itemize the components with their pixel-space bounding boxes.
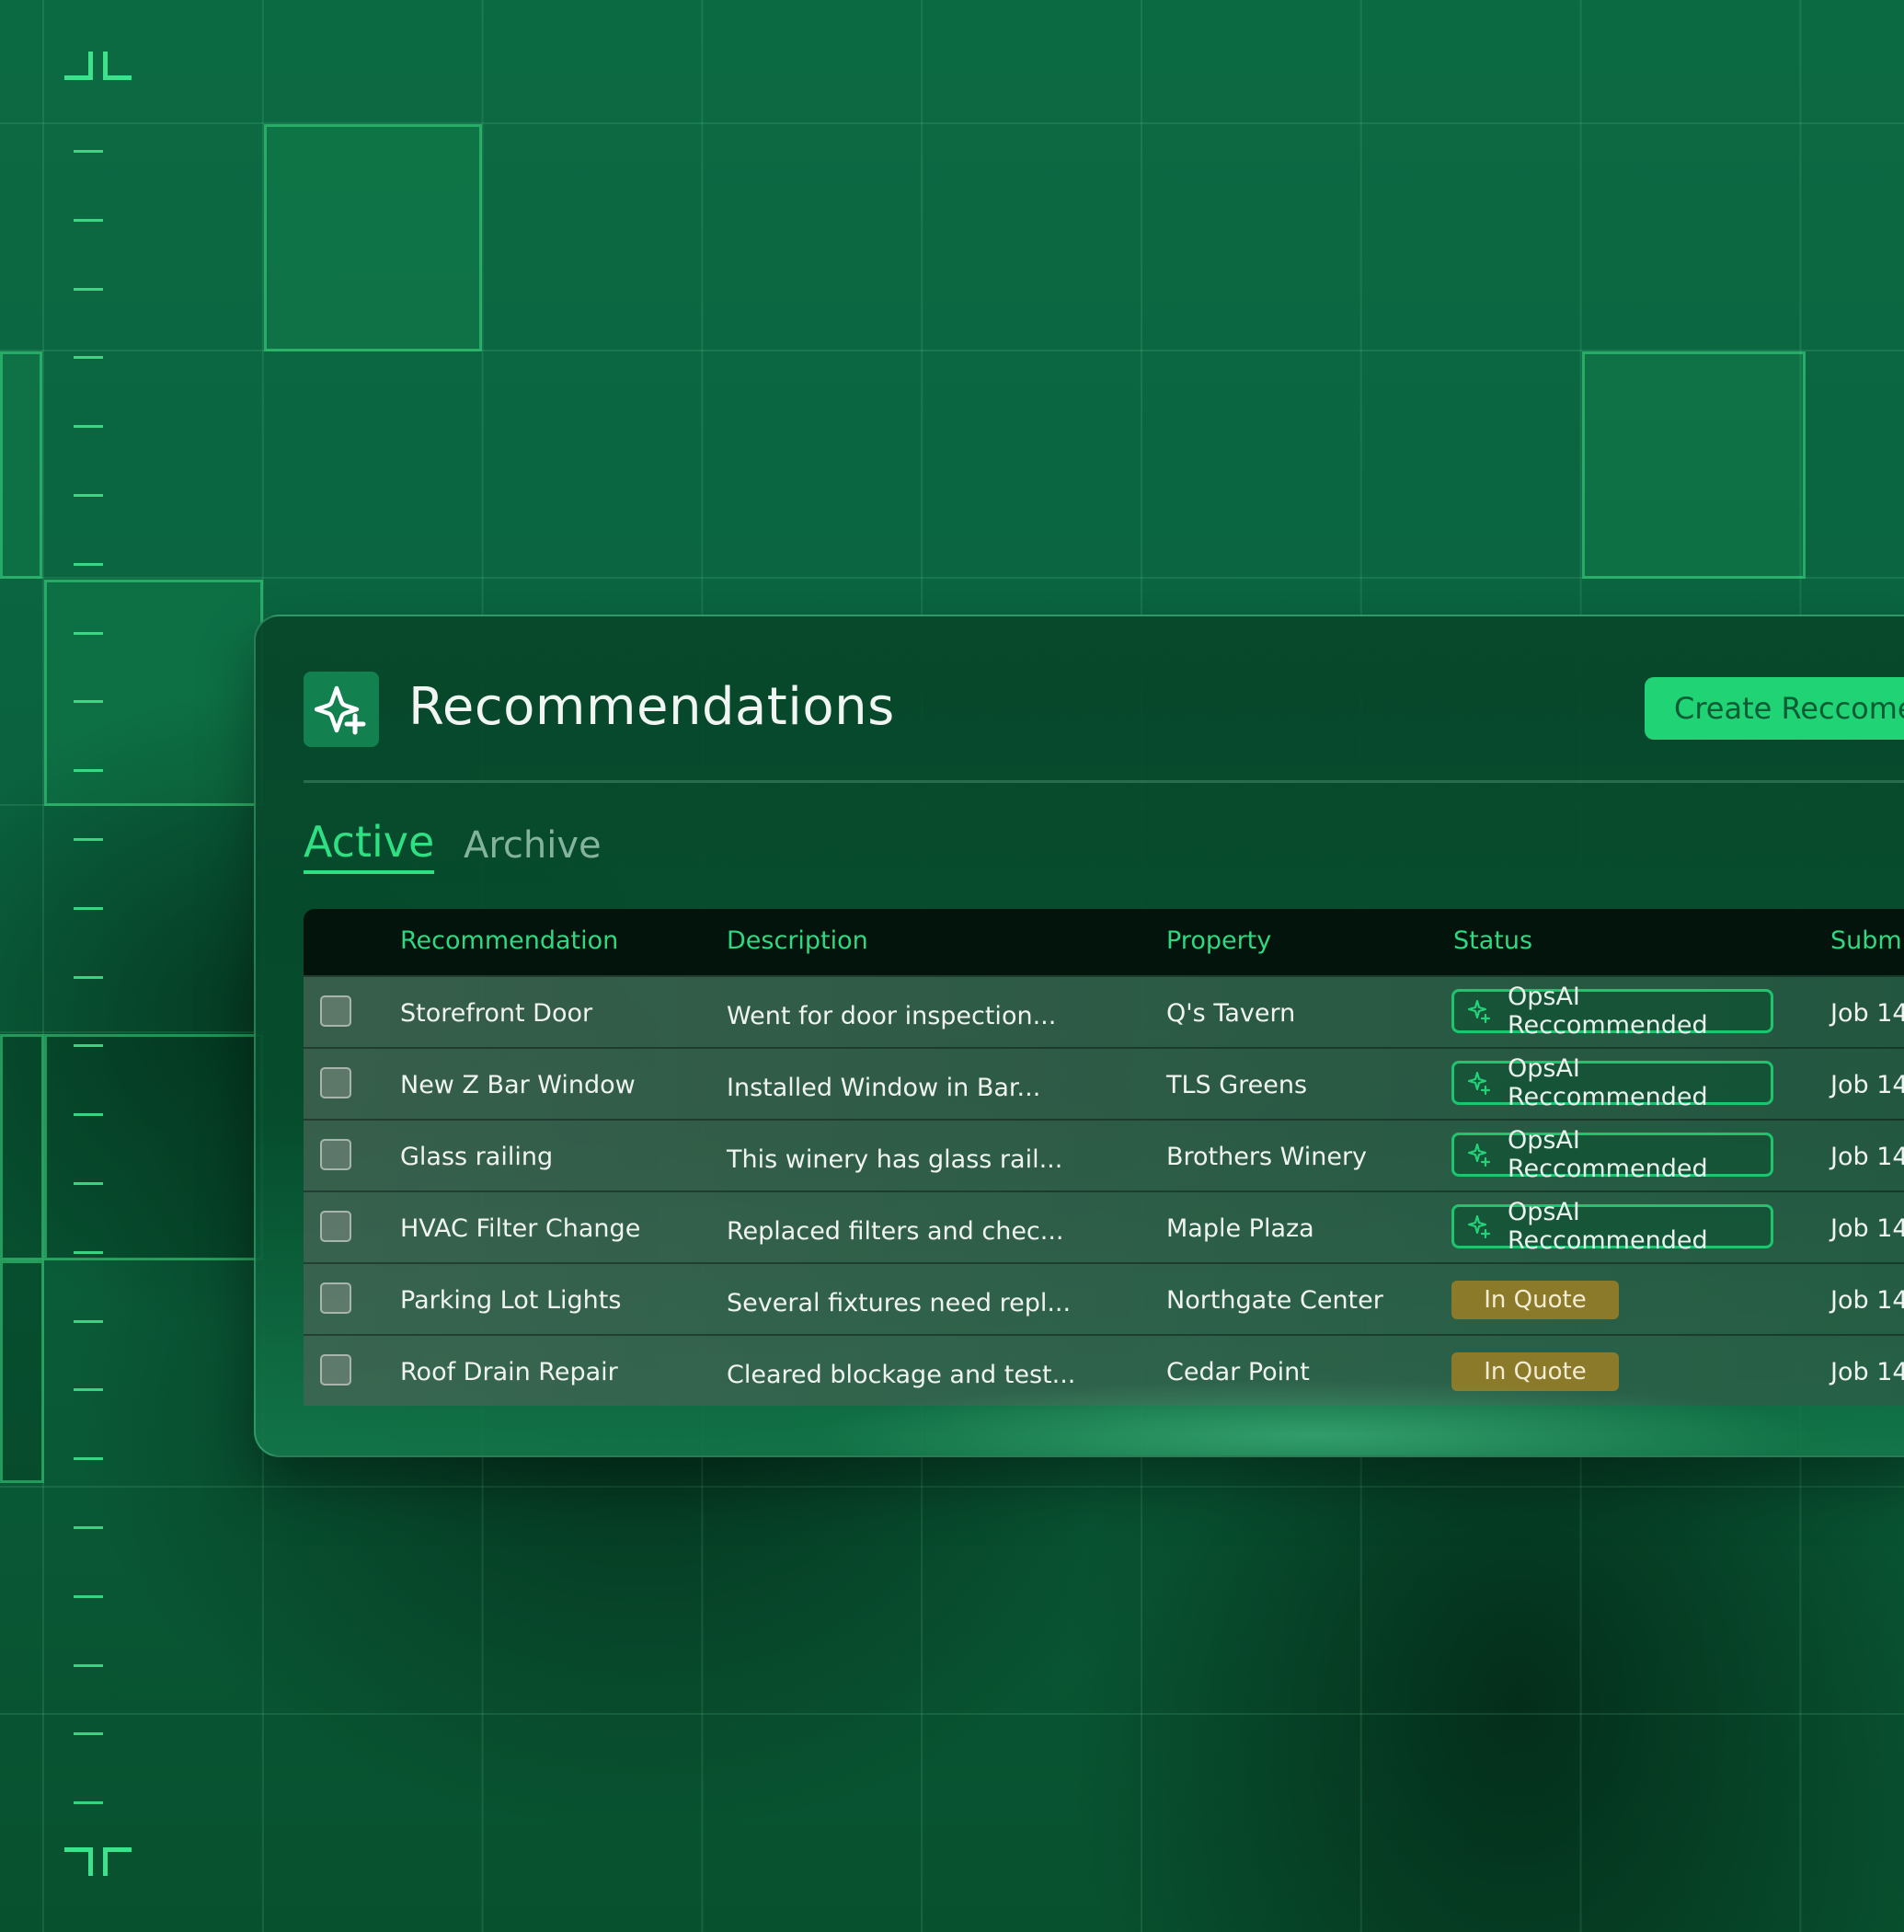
row-checkbox[interactable] (320, 1354, 351, 1386)
status-badge: OpsAI Reccommended (1451, 1054, 1773, 1111)
cell-recommendation: New Z Bar Window (400, 1071, 636, 1099)
grid-highlight (0, 1034, 44, 1260)
cell-property: Maple Plaza (1166, 1214, 1314, 1243)
cell-recommendation: Parking Lot Lights (400, 1286, 622, 1315)
tab-archive[interactable]: Archive (464, 824, 602, 867)
cell-recommendation: HVAC Filter Change (400, 1214, 641, 1243)
ruler-tick (74, 425, 103, 429)
column-header-description[interactable]: Description (727, 926, 868, 955)
cell-property: Brothers Winery (1166, 1143, 1368, 1171)
cell-submission: Job 14 (1830, 1071, 1904, 1099)
sparkle-plus-icon (304, 672, 379, 747)
ruler-tick (74, 218, 103, 222)
status-badge-label: OpsAI Reccommended (1508, 1198, 1708, 1255)
cell-submission: Job 14 (1830, 999, 1904, 1028)
row-checkbox[interactable] (320, 995, 351, 1027)
row-checkbox[interactable] (320, 1211, 351, 1242)
column-header-property[interactable]: Property (1166, 926, 1271, 955)
cell-property: Q's Tavern (1166, 999, 1296, 1028)
corner-bracket (103, 52, 132, 80)
tab-active[interactable]: Active (304, 817, 435, 874)
panel-glow (808, 1380, 1819, 1455)
panel-header: Recommendations Create Reccomendation (304, 672, 1904, 747)
cell-description: Went for door inspection... (727, 1002, 1057, 1030)
ruler-tick (74, 975, 103, 979)
ruler-tick (74, 1044, 103, 1048)
status-badge: In Quote (1451, 1281, 1619, 1319)
cell-property: Northgate Center (1166, 1286, 1383, 1315)
grid-highlight (1582, 351, 1806, 579)
cell-property: TLS Greens (1166, 1071, 1308, 1099)
ruler-tick (74, 700, 103, 704)
sparkle-icon (1467, 1143, 1491, 1167)
recommendations-table: Recommendation Description Property Stat… (304, 909, 1904, 1406)
ruler-tick (74, 769, 103, 773)
cell-recommendation: Glass railing (400, 1143, 554, 1171)
table-row[interactable]: HVAC Filter Change Replaced filters and c… (304, 1190, 1904, 1262)
cell-description: Several fixtures need repl... (727, 1289, 1072, 1317)
table-header: Recommendation Description Property Stat… (304, 909, 1904, 975)
table-row[interactable]: Storefront Door Went for door inspection.… (304, 975, 1904, 1047)
create-recommendation-button[interactable]: Create Reccomendation (1645, 677, 1904, 740)
row-checkbox[interactable] (320, 1139, 351, 1170)
row-checkbox[interactable] (320, 1067, 351, 1098)
table-body: Storefront Door Went for door inspection.… (304, 975, 1904, 1406)
cell-submission: Job 14 (1830, 1358, 1904, 1386)
ruler-tick (74, 1663, 103, 1667)
cell-recommendation: Roof Drain Repair (400, 1358, 618, 1386)
cell-description: Installed Window in Bar... (727, 1074, 1041, 1102)
column-header-status[interactable]: Status (1453, 926, 1532, 955)
ruler-tick (74, 1182, 103, 1185)
table-row[interactable]: Parking Lot Lights Several fixtures need … (304, 1262, 1904, 1334)
grid-highlight (0, 1260, 44, 1483)
ruler-tick (74, 838, 103, 841)
ruler-tick (74, 1319, 103, 1323)
page-title: Recommendations (408, 677, 895, 737)
status-badge: OpsAI Reccommended (1451, 1198, 1773, 1255)
ruler-tick (74, 356, 103, 360)
cell-submission: Job 14 (1830, 1286, 1904, 1315)
ruler-tick (74, 1801, 103, 1805)
status-badge-label: OpsAI Reccommended (1508, 1054, 1708, 1111)
status-badge: OpsAI Reccommended (1451, 983, 1773, 1040)
ruler-tick (74, 150, 103, 153)
recommendations-panel: Recommendations Create Reccomendation Ac… (254, 615, 1904, 1457)
status-badge-label: OpsAI Reccommended (1508, 983, 1708, 1040)
grid-highlight (264, 124, 482, 351)
corner-bracket (64, 52, 93, 80)
row-checkbox[interactable] (320, 1282, 351, 1314)
corner-bracket (103, 1847, 132, 1876)
ruler-tick (74, 1526, 103, 1529)
ruler-tick (74, 494, 103, 497)
status-badge: OpsAI Reccommended (1451, 1126, 1773, 1183)
ruler-tick (74, 906, 103, 910)
sparkle-icon (1467, 1214, 1491, 1238)
ruler-tick (74, 287, 103, 291)
sparkle-icon (1467, 999, 1491, 1023)
column-header-submission[interactable]: Submi (1830, 926, 1904, 955)
ruler-tick (74, 1594, 103, 1598)
status-badge-label: OpsAI Reccommended (1508, 1126, 1708, 1183)
cell-recommendation: Storefront Door (400, 999, 593, 1028)
cell-submission: Job 14 (1830, 1143, 1904, 1171)
column-header-recommendation[interactable]: Recommendation (400, 926, 618, 955)
ruler-tick (74, 1250, 103, 1254)
corner-bracket (64, 1847, 93, 1876)
ruler-tick (74, 1457, 103, 1461)
table-row[interactable]: Glass railing This winery has glass rail.… (304, 1119, 1904, 1190)
ruler-tick (74, 1388, 103, 1392)
grid-highlight (0, 351, 42, 579)
cell-submission: Job 14 (1830, 1214, 1904, 1243)
ruler-tick (74, 562, 103, 566)
table-row[interactable]: New Z Bar Window Installed Window in Bar.… (304, 1047, 1904, 1119)
ruler-tick (74, 1113, 103, 1117)
cell-description: This winery has glass rail... (727, 1145, 1063, 1174)
header-divider (304, 780, 1904, 783)
sparkle-icon (1467, 1071, 1491, 1095)
cell-description: Replaced filters and chec... (727, 1217, 1064, 1246)
ruler-tick (74, 1732, 103, 1736)
ruler-tick (74, 631, 103, 635)
grid-highlight (44, 1034, 263, 1260)
